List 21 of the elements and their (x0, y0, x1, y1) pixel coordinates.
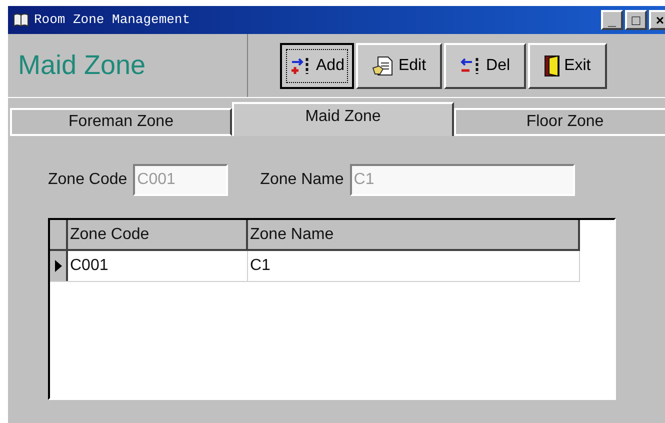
door-icon (544, 54, 560, 76)
current-row-icon (54, 260, 62, 272)
toolbar-button[interactable]: Del (444, 42, 526, 88)
zone-name-label: Zone Name (260, 170, 344, 190)
toolbar-button[interactable]: Edit (356, 42, 442, 88)
page-heading: Maid Zone (18, 49, 146, 82)
table-cell: C1 (248, 251, 580, 281)
window-control-button[interactable]: × (649, 10, 665, 30)
tab[interactable]: Floor Zone (454, 108, 665, 136)
window-control-button[interactable]: _ (601, 10, 623, 30)
zone-code-label: Zone Code (48, 170, 128, 190)
book-icon (13, 13, 29, 27)
tab[interactable]: Maid Zone (232, 102, 454, 136)
toolbar-button[interactable]: Exit (528, 42, 607, 88)
column-header[interactable]: Zone Name (248, 220, 580, 249)
window-title: Room Zone Management (34, 11, 190, 30)
table-cell: C001 (68, 251, 248, 281)
column-header[interactable]: Zone Code (68, 220, 248, 249)
tab[interactable]: Foreman Zone (10, 108, 232, 136)
window-control-button[interactable]: □ (625, 10, 647, 30)
toolbar-button[interactable]: Add (280, 42, 354, 88)
